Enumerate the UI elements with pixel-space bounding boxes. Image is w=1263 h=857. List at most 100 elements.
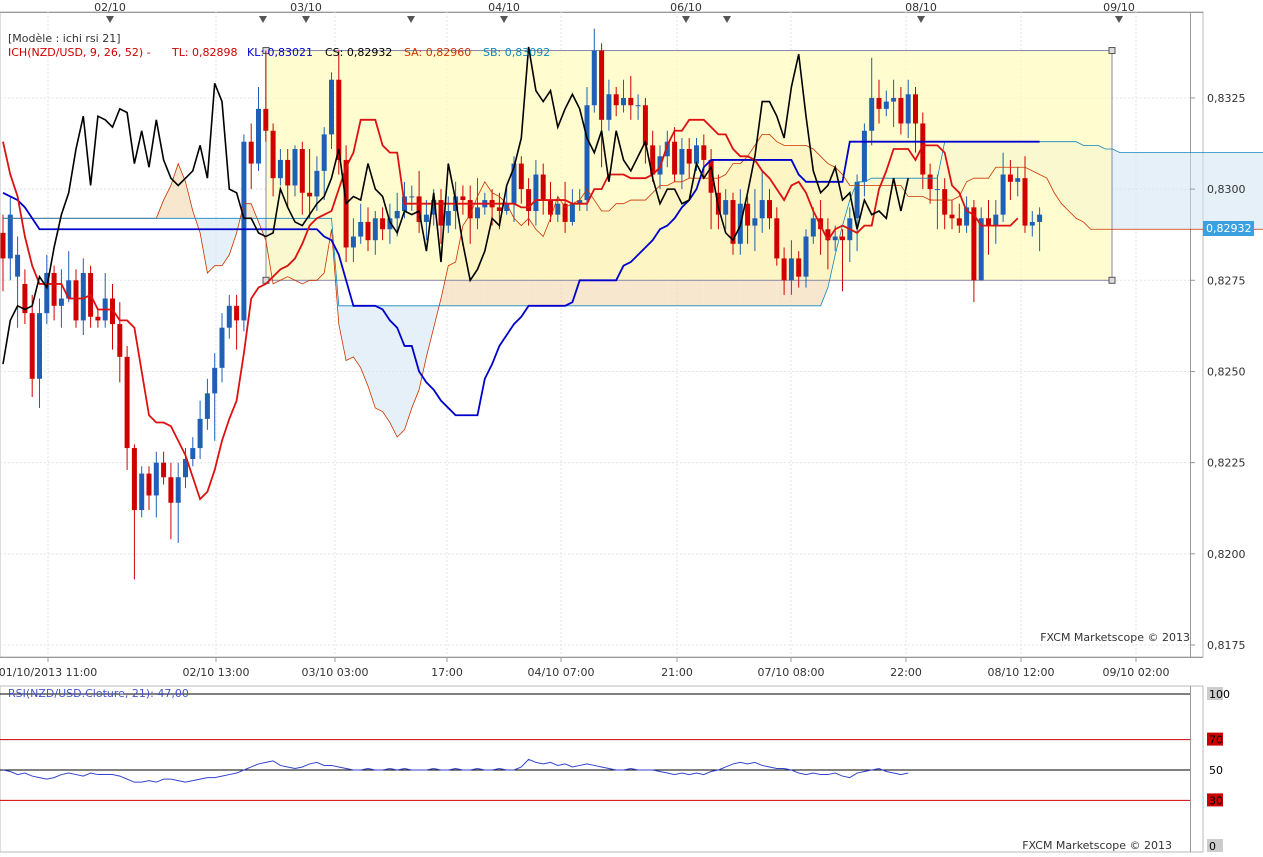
candle-body: [0, 232, 6, 259]
candle-body: [745, 203, 751, 226]
candle-body: [241, 141, 247, 321]
candle-body: [1037, 214, 1043, 222]
candle-body: [555, 203, 561, 215]
candle-body: [7, 214, 13, 259]
candle-body: [131, 448, 137, 511]
candle-body: [15, 254, 21, 277]
candle-body: [212, 367, 218, 394]
candle-body: [876, 97, 882, 109]
ichimoku-rsi-chart: 0,8175 0,8200 0,8225 0,8250 0,8275 0,8300 0,83…: [0, 0, 1263, 854]
candle-body: [913, 94, 918, 124]
kumo-segment: [375, 305, 383, 412]
candle-body: [599, 50, 605, 120]
candle-body: [153, 462, 159, 496]
price-tick-label: 0,8225: [1207, 457, 1246, 470]
time-tick-label: 17:00: [431, 666, 463, 679]
candle-body: [993, 214, 999, 226]
time-tick-label: 08/10 12:00: [988, 666, 1055, 679]
range-box-handle: [1108, 276, 1116, 284]
candle-body: [1000, 174, 1006, 215]
rsi-watermark: FXCM Marketscope © 2013: [1022, 839, 1172, 852]
candle-body: [869, 97, 875, 131]
price-tick-label: 0,8250: [1207, 365, 1246, 378]
candle-body: [613, 94, 619, 106]
candle-body: [204, 393, 210, 419]
kumo-segment: [1127, 152, 1135, 230]
rsi-pane-frame: [0, 685, 1204, 853]
kumo-segment: [1251, 152, 1259, 230]
candle-body: [445, 211, 451, 226]
candle-body: [723, 200, 729, 215]
candle-body: [518, 163, 524, 190]
candle-body: [51, 273, 57, 306]
top-date-label: 06/10: [670, 1, 702, 14]
candle-body: [942, 189, 948, 215]
candle-body: [905, 94, 911, 124]
candle-body: [569, 203, 575, 222]
time-tick-label: 01/10/2013 11:00: [0, 666, 97, 679]
kumo-segment: [1192, 152, 1201, 230]
candle-body: [190, 448, 196, 459]
kumo-segment: [1171, 152, 1179, 230]
candle-body: [759, 200, 765, 219]
candle-body: [1007, 174, 1013, 182]
candle-body: [329, 79, 334, 135]
tl-label: TL: 0,82898: [171, 46, 238, 59]
candle-body: [365, 221, 371, 241]
candle-body: [694, 145, 699, 164]
price-tick-label: 0,8175: [1207, 639, 1246, 652]
candle-body: [796, 258, 802, 277]
candle-body: [58, 298, 64, 306]
time-tick-label: 07/10 08:00: [758, 666, 825, 679]
candle-body: [606, 94, 612, 120]
rsi-level-label: 50: [1209, 764, 1223, 777]
candle-body: [372, 218, 378, 241]
candle-body: [321, 134, 327, 171]
candle-body: [234, 305, 240, 321]
candle-body: [270, 130, 276, 179]
candle-body: [1015, 178, 1021, 182]
candle-body: [781, 258, 787, 281]
kumo-segment: [1258, 152, 1263, 230]
indicator-legend: ICH(NZD/USD, 9, 26, 52) - TL: 0,82898 KL…: [8, 46, 550, 59]
kumo-segment: [1119, 152, 1128, 230]
price-tick-label: 0,8325: [1207, 92, 1246, 105]
candle-body: [73, 280, 79, 321]
candle-body: [161, 462, 167, 478]
candle-body: [861, 130, 867, 182]
candle-body: [891, 97, 897, 102]
candle-body: [314, 170, 320, 197]
candle-body: [467, 200, 473, 219]
candle-body: [146, 473, 152, 496]
candle-body: [423, 214, 429, 222]
time-tick-label: 02/10 13:00: [183, 666, 250, 679]
candle-body: [832, 236, 838, 241]
candle-body: [299, 149, 305, 193]
time-tick-label: 04/10 07:00: [528, 666, 595, 679]
candle-body: [219, 327, 225, 368]
candle-body: [978, 218, 984, 281]
candle-body: [840, 236, 845, 241]
kumo-segment: [1156, 152, 1164, 230]
price-tick-label: 0,8300: [1207, 183, 1246, 196]
current-price-label: 0,82932: [1206, 222, 1252, 235]
candle-body: [854, 181, 860, 219]
candle-body: [124, 356, 130, 449]
price-watermark: FXCM Marketscope © 2013: [1040, 631, 1190, 644]
candle-body: [949, 214, 955, 219]
price-tick-label: 0,8200: [1207, 548, 1246, 561]
range-box-handle: [1108, 47, 1116, 55]
candle-body: [621, 97, 626, 106]
candle-body: [803, 236, 809, 277]
kumo-segment: [1163, 152, 1171, 230]
kumo-segment: [1141, 152, 1150, 230]
kumo-segment: [214, 218, 222, 266]
top-date-label: 04/10: [488, 1, 520, 14]
rsi-level-label: 100: [1209, 688, 1230, 701]
candle-body: [701, 145, 707, 160]
chart-canvas: 0,8175 0,8200 0,8225 0,8250 0,8275 0,8300 0,83…: [0, 0, 1263, 854]
candle-body: [117, 324, 123, 357]
candle-body: [788, 258, 794, 281]
kumo-segment: [1134, 152, 1142, 230]
candle-body: [37, 313, 42, 379]
